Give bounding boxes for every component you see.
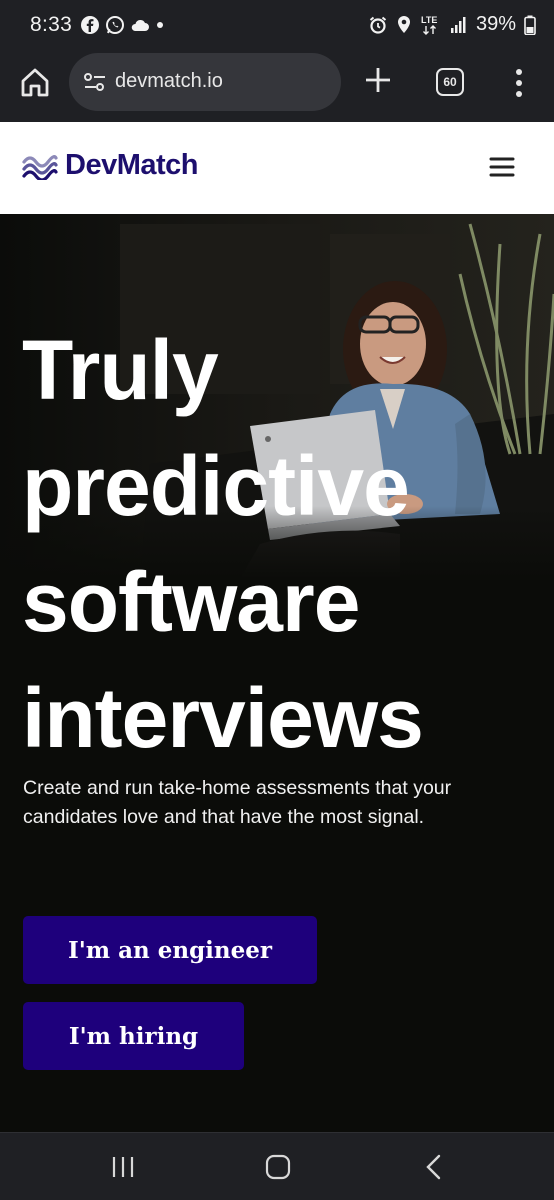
home-icon [21,68,49,97]
address-bar[interactable]: devmatch.io [69,53,341,111]
url-text[interactable]: devmatch.io [115,70,223,93]
site-header: DevMatch [0,122,554,214]
more-vert-icon [516,69,522,97]
system-nav-bar [0,1132,554,1200]
devmatch-logo-icon[interactable] [22,152,58,185]
lte-icon: LTE [420,14,442,36]
location-icon [396,15,412,35]
site-settings-icon[interactable] [83,71,107,98]
hero-subtitle: Create and run take-home assessments tha… [23,777,452,828]
cloud-icon [130,17,150,33]
svg-text:LTE: LTE [421,15,437,25]
browser-toolbar: devmatch.io 60 [0,52,554,122]
hiring-cta-button[interactable]: I'm hiring [23,1002,244,1070]
status-left-icons [80,15,165,35]
brand-name[interactable]: DevMatch [65,149,199,182]
home-icon [265,1154,291,1180]
recent-apps-icon [112,1157,134,1177]
browser-menu-button[interactable] [510,66,528,100]
battery-icon [524,15,536,35]
whatsapp-icon [105,15,125,35]
hero-title-line: Truly [22,323,219,417]
status-time: 8:33 [30,13,73,36]
status-right-icons: LTE 39% [368,13,536,36]
hamburger-menu-button[interactable] [489,155,515,179]
system-home-button[interactable] [263,1153,293,1181]
alarm-icon [368,15,388,35]
tab-switcher-button[interactable]: 60 [436,68,464,96]
new-tab-button[interactable] [362,64,394,96]
dot-icon [155,20,165,30]
engineer-cta-button[interactable]: I'm an engineer [23,916,317,984]
hero-title-line: interviews [22,671,424,765]
battery-percent: 39% [475,13,516,35]
hero-title-line: software [22,555,360,649]
system-back-button[interactable] [420,1153,450,1181]
plus-icon [366,68,390,92]
hero-section: Truly predictive software interviews Cre… [0,214,554,1132]
back-icon [426,1154,441,1180]
recent-apps-button[interactable] [108,1153,138,1181]
hero-title-line: predictive [22,439,410,533]
facebook-icon [80,15,100,35]
status-bar: 8:33 LTE 39% [0,0,554,52]
hero-title: Truly predictive software interviews [22,312,542,776]
browser-home-button[interactable] [18,66,52,100]
signal-icon [450,16,468,34]
menu-icon [489,157,515,177]
